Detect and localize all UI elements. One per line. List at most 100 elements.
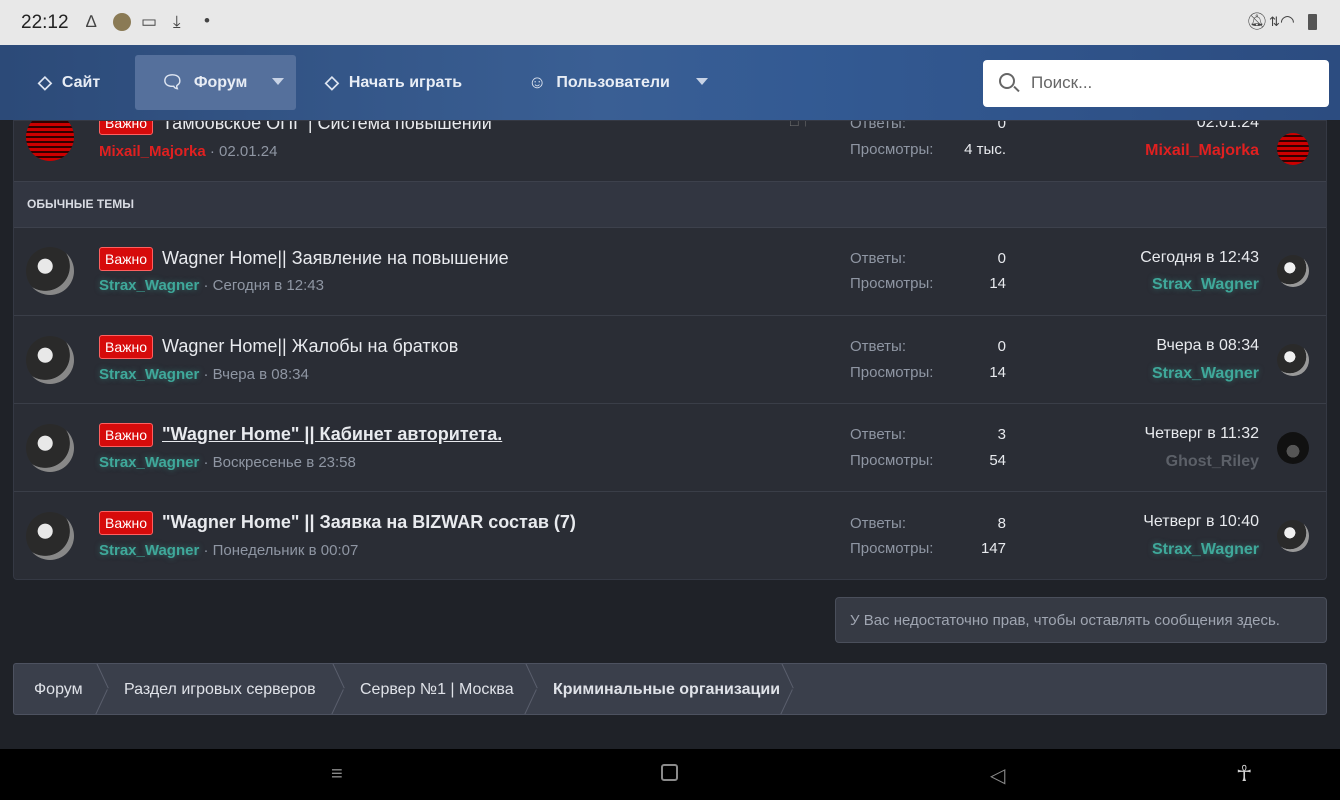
- last-poster-avatar[interactable]: [1277, 133, 1309, 165]
- thread-meta: Mixail_Majorka · 02.01.24: [99, 143, 277, 160]
- status-badge: Важно: [99, 423, 154, 447]
- replies-count: 8: [997, 515, 1006, 532]
- status-badge: Важно: [99, 247, 154, 271]
- thread-date: · Сегодня в 12:43: [199, 277, 324, 294]
- thread-title[interactable]: Wagner Home|| Заявление на повышение: [162, 248, 509, 269]
- video-icon: ▭: [141, 12, 158, 31]
- thread-author[interactable]: Strax_Wagner: [99, 366, 199, 383]
- pin-icon: □ ⫯: [790, 120, 809, 129]
- home-icon[interactable]: [661, 764, 678, 781]
- last-post-user[interactable]: Mixail_Majorka: [1145, 142, 1259, 160]
- thread-meta: Strax_Wagner · Понедельник в 00:07: [99, 542, 358, 559]
- table-row[interactable]: Важно Wagner Home|| Жалобы на братков St…: [14, 316, 1326, 404]
- avatar-icon: [113, 13, 131, 31]
- top-navbar: ◇ Сайт 🗨︎ Форум ◇ Начать играть ☺︎ Польз…: [0, 45, 1340, 120]
- thread-title[interactable]: "Wagner Home" || Заявка на BIZWAR состав…: [162, 512, 576, 533]
- last-post-user[interactable]: Strax_Wagner: [1152, 276, 1259, 294]
- views-count: 147: [980, 540, 1006, 557]
- thread-date: · 02.01.24: [205, 143, 278, 160]
- thread-meta: Strax_Wagner · Сегодня в 12:43: [99, 277, 324, 294]
- views-label: Просмотры:: [850, 364, 934, 381]
- search-box[interactable]: [983, 60, 1329, 107]
- last-post-date[interactable]: Сегодня в 12:43: [1140, 249, 1259, 267]
- download-icon: ⤓: [173, 12, 181, 31]
- last-poster-avatar[interactable]: [1277, 520, 1309, 552]
- thread-meta: Strax_Wagner · Воскресенье в 23:58: [99, 454, 356, 471]
- thread-author[interactable]: Strax_Wagner: [99, 542, 199, 559]
- thread-date: · Воскресенье в 23:58: [199, 454, 356, 471]
- table-row[interactable]: Важно "Wagner Home" || Кабинет авторитет…: [14, 404, 1326, 492]
- last-post-date[interactable]: Четверг в 11:32: [1144, 425, 1259, 443]
- avatar[interactable]: [26, 121, 74, 161]
- chevron-down-icon[interactable]: [272, 78, 284, 85]
- tag-icon: ◇: [38, 72, 52, 92]
- nav-forum[interactable]: 🗨︎ Форум: [135, 55, 296, 110]
- thread-author[interactable]: Strax_Wagner: [99, 454, 199, 471]
- breadcrumb-item[interactable]: Форум: [34, 664, 83, 714]
- replies-label: Ответы:: [850, 250, 907, 267]
- system-nav-bar: ≡ ◁ ☥: [0, 749, 1340, 800]
- last-post-date[interactable]: 02.01.24: [1197, 121, 1259, 132]
- nav-forum-label: Форум: [193, 73, 248, 91]
- breadcrumb-item[interactable]: Сервер №1 | Москва: [360, 664, 514, 714]
- accessibility-icon[interactable]: ☥: [1236, 761, 1252, 787]
- back-icon[interactable]: ◁: [990, 763, 1005, 788]
- nav-users-label: Пользователи: [556, 73, 670, 91]
- last-post-user[interactable]: Strax_Wagner: [1152, 365, 1259, 383]
- thread-title[interactable]: "Wagner Home" || Кабинет авторитета.: [162, 424, 502, 445]
- views-label: Просмотры:: [850, 452, 934, 469]
- thread-meta: Strax_Wagner · Вчера в 08:34: [99, 366, 309, 383]
- chevron-down-icon[interactable]: [696, 78, 708, 85]
- avatar[interactable]: [26, 247, 74, 295]
- status-badge: Важно: [99, 511, 154, 535]
- recents-icon[interactable]: ≡: [331, 763, 343, 786]
- table-row[interactable]: Важно Wagner Home|| Заявление на повышен…: [14, 228, 1326, 316]
- avatar[interactable]: [26, 512, 74, 560]
- replies-label: Ответы:: [850, 426, 907, 443]
- last-poster-avatar[interactable]: [1277, 344, 1309, 376]
- status-badge: Важно: [99, 335, 154, 359]
- last-post-date[interactable]: Четверг в 10:40: [1143, 513, 1259, 531]
- last-poster-avatar[interactable]: [1277, 432, 1309, 464]
- avatar[interactable]: [26, 424, 74, 472]
- thread-list: Важно Тамбовское ОПГ | Система повышений…: [13, 120, 1327, 580]
- last-post-user[interactable]: Ghost_Riley: [1166, 453, 1259, 471]
- chat-bubbles-icon: 🗨︎: [161, 72, 184, 92]
- nav-play[interactable]: ◇ Начать играть: [325, 55, 462, 110]
- search-icon: [999, 73, 1015, 89]
- avatar[interactable]: [26, 336, 74, 384]
- last-poster-avatar[interactable]: [1277, 255, 1309, 287]
- search-input[interactable]: [1031, 70, 1311, 96]
- thread-author[interactable]: Mixail_Majorka: [99, 143, 206, 160]
- views-label: Просмотры:: [850, 141, 934, 158]
- thread-title[interactable]: Wagner Home|| Жалобы на братков: [162, 336, 458, 357]
- thread-author[interactable]: Strax_Wagner: [99, 277, 199, 294]
- table-row[interactable]: Важно "Wagner Home" || Заявка на BIZWAR …: [14, 492, 1326, 579]
- nav-site-label: Сайт: [61, 73, 101, 91]
- mute-icon: 🔕︎: [1246, 12, 1268, 31]
- battery-icon: [1308, 14, 1317, 30]
- wifi-icon: ◠: [1280, 12, 1295, 31]
- replies-label: Ответы:: [850, 120, 907, 132]
- views-count: 54: [989, 452, 1006, 469]
- replies-label: Ответы:: [850, 515, 907, 532]
- breadcrumb-item[interactable]: Криминальные организации: [553, 664, 780, 714]
- last-post-user[interactable]: Strax_Wagner: [1152, 541, 1259, 559]
- breadcrumb-item[interactable]: Раздел игровых серверов: [124, 664, 316, 714]
- permission-notice: У Вас недостаточно прав, чтобы оставлять…: [835, 597, 1327, 643]
- user-icon: ☺︎: [528, 72, 547, 92]
- chevron-right-icon: [781, 664, 795, 714]
- last-post-date[interactable]: Вчера в 08:34: [1156, 337, 1259, 355]
- clock: 22:12: [21, 12, 69, 33]
- section-title: ОБЫЧНЫЕ ТЕМЫ: [27, 197, 134, 211]
- thread-title[interactable]: Тамбовское ОПГ | Система повышений: [162, 121, 492, 134]
- thread-date: · Понедельник в 00:07: [199, 542, 359, 559]
- nav-users[interactable]: ☺︎ Пользователи: [528, 55, 670, 110]
- replies-label: Ответы:: [850, 338, 907, 355]
- status-bar: 22:12 ∆ ▭ ⤓ • 🔕︎ ⇅ ◠: [0, 0, 1340, 45]
- views-count: 14: [989, 364, 1006, 381]
- dot-icon: •: [204, 11, 210, 30]
- views-label: Просмотры:: [850, 540, 934, 557]
- nav-site[interactable]: ◇ Сайт: [38, 55, 100, 110]
- table-row[interactable]: Важно Тамбовское ОПГ | Система повышений…: [14, 120, 1326, 181]
